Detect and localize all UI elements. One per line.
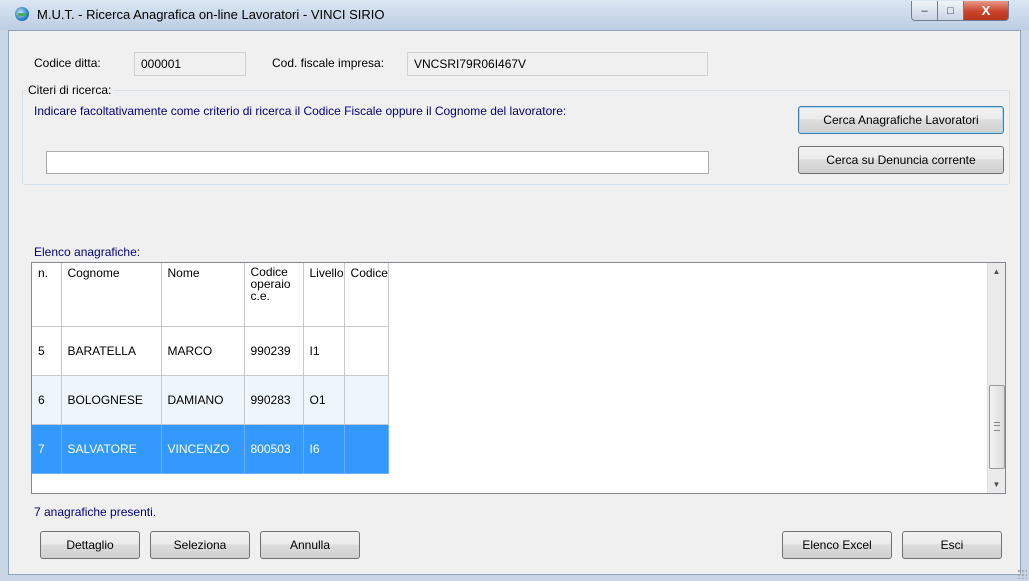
cell-cognome: BARATELLA [61, 326, 162, 376]
cell-extra [344, 375, 389, 425]
close-button[interactable]: X [964, 1, 1009, 21]
minimize-button[interactable]: – [911, 1, 938, 21]
grip-icon [994, 422, 1000, 431]
cell-cognome: BOLOGNESE [61, 375, 162, 425]
search-input[interactable] [46, 151, 709, 174]
table-header-row: n. Cognome Nome Codice operaio c.e. Live… [32, 263, 389, 327]
company-code-label: Codice ditta: [34, 56, 101, 70]
cell-n: 5 [32, 326, 62, 376]
search-registry-button[interactable]: Cerca Anagrafiche Lavoratori [798, 106, 1004, 134]
excel-export-button[interactable]: Elenco Excel [782, 531, 892, 559]
scroll-up-icon[interactable]: ▲ [988, 263, 1005, 280]
column-header-codice-operaio[interactable]: Codice operaio c.e. [244, 263, 304, 327]
window-controls: – □ X [911, 1, 1009, 21]
company-code-field: 000001 [134, 52, 246, 76]
column-header-n[interactable]: n. [32, 263, 62, 327]
column-header-nome[interactable]: Nome [161, 263, 245, 327]
cancel-button[interactable]: Annulla [260, 531, 360, 559]
exit-button[interactable]: Esci [902, 531, 1002, 559]
table-row[interactable]: 5 BARATELLA MARCO 990239 I1 [32, 326, 389, 376]
cell-codice: 990283 [244, 375, 304, 425]
cell-codice: 800503 [244, 424, 304, 474]
maximize-button[interactable]: □ [938, 1, 964, 21]
close-icon: X [981, 3, 991, 18]
record-count: 7 anagrafiche presenti. [34, 505, 157, 519]
vertical-scrollbar[interactable]: ▲ ▼ [987, 263, 1005, 493]
cell-extra [344, 326, 389, 376]
cell-n: 6 [32, 375, 62, 425]
table-row-selected[interactable]: 7 SALVATORE VINCENZO 800503 I6 [32, 424, 389, 474]
column-header-cognome[interactable]: Cognome [61, 263, 162, 327]
cell-nome: VINCENZO [161, 424, 245, 474]
company-fiscal-field: VNCSRI79R06I467V [407, 52, 708, 76]
cell-codice: 990239 [244, 326, 304, 376]
workers-table: n. Cognome Nome Codice operaio c.e. Live… [32, 263, 389, 474]
cell-nome: MARCO [161, 326, 245, 376]
column-header-codice[interactable]: Codice [344, 263, 389, 327]
cell-n: 7 [32, 424, 62, 474]
company-fiscal-label: Cod. fiscale impresa: [272, 56, 385, 70]
list-title: Elenco anagrafiche: [34, 245, 141, 259]
cell-livello: I1 [303, 326, 345, 376]
column-header-livello[interactable]: Livello [303, 263, 345, 327]
scroll-thumb[interactable] [989, 385, 1005, 469]
window-title: M.U.T. - Ricerca Anagrafica on-line Lavo… [37, 7, 385, 22]
search-current-button[interactable]: Cerca su Denuncia corrente [798, 146, 1004, 174]
minimize-icon: – [921, 4, 928, 17]
search-criteria-title: Citeri di ricerca: [26, 83, 114, 97]
app-globe-icon [15, 7, 29, 21]
search-hint: Indicare facoltativamente come criterio … [34, 104, 567, 118]
scroll-down-icon[interactable]: ▼ [988, 476, 1005, 493]
title-bar[interactable]: M.U.T. - Ricerca Anagrafica on-line Lavo… [0, 0, 1029, 30]
cell-extra [344, 424, 389, 474]
maximize-icon: □ [947, 4, 954, 17]
select-button[interactable]: Seleziona [150, 531, 250, 559]
resize-grip-icon[interactable] [1017, 569, 1027, 579]
cell-livello: I6 [303, 424, 345, 474]
cell-livello: O1 [303, 375, 345, 425]
workers-grid[interactable]: n. Cognome Nome Codice operaio c.e. Live… [31, 262, 1006, 494]
cell-nome: DAMIANO [161, 375, 245, 425]
detail-button[interactable]: Dettaglio [40, 531, 140, 559]
cell-cognome: SALVATORE [61, 424, 162, 474]
table-row[interactable]: 6 BOLOGNESE DAMIANO 990283 O1 [32, 375, 389, 425]
